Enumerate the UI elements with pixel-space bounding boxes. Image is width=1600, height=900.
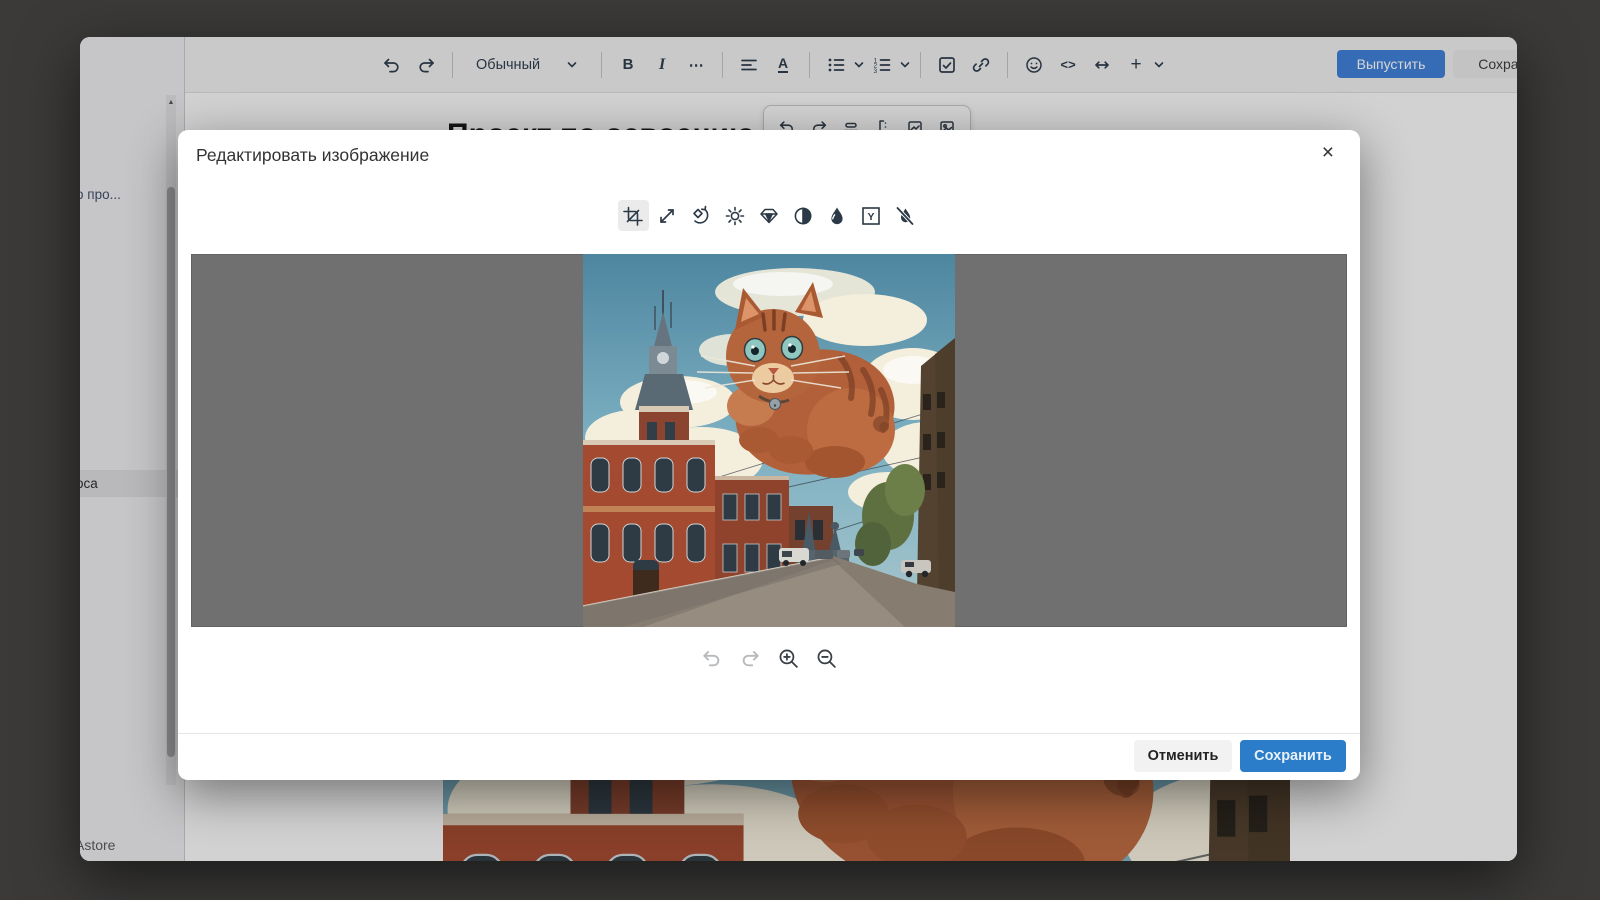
scrollbar-up-arrow-icon[interactable]: ▲ xyxy=(166,97,176,109)
cat-city-image xyxy=(583,254,955,627)
plus-icon: + xyxy=(1122,51,1150,79)
numbered-list-button[interactable]: 123 xyxy=(865,51,911,79)
scrollbar-thumb[interactable] xyxy=(167,187,175,757)
contrast-tool-button[interactable] xyxy=(788,200,819,231)
svg-text:Y: Y xyxy=(867,211,874,223)
remove-color-tool-button[interactable] xyxy=(890,200,921,231)
expand-icon[interactable] xyxy=(1088,51,1116,79)
publish-button[interactable]: Выпустить xyxy=(1337,50,1445,78)
paragraph-style-value: Обычный xyxy=(476,57,540,73)
italic-button[interactable]: I xyxy=(648,51,676,79)
edit-history-controls xyxy=(178,644,1360,676)
emoji-icon[interactable] xyxy=(1020,51,1048,79)
resize-tool-button[interactable] xyxy=(652,200,683,231)
toolbar-divider xyxy=(452,52,453,78)
chevron-down-icon xyxy=(853,59,865,71)
cancel-button[interactable]: Отменить xyxy=(1134,740,1232,772)
preview-image[interactable] xyxy=(583,254,955,627)
toolbar-divider xyxy=(601,52,602,78)
image-preview-area xyxy=(191,254,1347,627)
bullet-list-button[interactable] xyxy=(819,51,865,79)
zoom-out-icon[interactable] xyxy=(812,644,840,672)
saturation-tool-button[interactable] xyxy=(822,200,853,231)
desktop-background: о про... оса Astore ▲ Обычный B I xyxy=(0,0,1600,900)
document-image-block[interactable] xyxy=(443,780,1290,861)
toolbar-divider xyxy=(1007,52,1008,78)
insert-block-button[interactable]: + xyxy=(1119,51,1165,79)
filter-tool-button[interactable]: Y xyxy=(856,200,887,231)
brightness-tool-button[interactable] xyxy=(720,200,751,231)
link-icon[interactable] xyxy=(967,51,995,79)
edit-redo-icon[interactable] xyxy=(736,644,764,672)
undo-icon[interactable] xyxy=(378,51,406,79)
top-save-button[interactable]: Сохранить xyxy=(1453,50,1517,78)
text-color-button[interactable]: A xyxy=(769,51,797,79)
toolbar-divider xyxy=(722,52,723,78)
sidebar-brand[interactable]: Astore xyxy=(80,837,115,853)
bold-button[interactable]: B xyxy=(614,51,642,79)
format-toolbar: Обычный B I ⋯ A 123 xyxy=(185,37,1517,93)
chevron-down-icon xyxy=(899,59,911,71)
edit-image-modal: Редактировать изображение × xyxy=(178,130,1360,780)
rotate-tool-button[interactable] xyxy=(686,200,717,231)
paragraph-style-select[interactable]: Обычный xyxy=(466,50,588,80)
numbered-list-icon: 123 xyxy=(868,51,896,79)
edit-undo-icon[interactable] xyxy=(698,644,726,672)
toolbar-divider xyxy=(809,52,810,78)
redo-icon[interactable] xyxy=(412,51,440,79)
svg-text:3: 3 xyxy=(874,67,878,74)
sidebar: о про... оса Astore ▲ xyxy=(80,37,184,861)
chevron-down-icon xyxy=(1153,59,1165,71)
sharpen-tool-button[interactable] xyxy=(754,200,785,231)
zoom-in-icon[interactable] xyxy=(774,644,802,672)
bullet-list-icon xyxy=(822,51,850,79)
modal-footer: Отменить Сохранить xyxy=(178,733,1360,780)
toolbar-divider xyxy=(920,52,921,78)
crop-tool-button[interactable] xyxy=(618,200,649,231)
image-tools-row: Y xyxy=(178,200,1360,233)
more-formats-button[interactable]: ⋯ xyxy=(682,51,710,79)
checklist-icon[interactable] xyxy=(933,51,961,79)
align-icon[interactable] xyxy=(735,51,763,79)
chevron-down-icon xyxy=(566,59,578,71)
modal-title: Редактировать изображение xyxy=(196,145,429,166)
sidebar-scrollbar[interactable]: ▲ xyxy=(166,95,176,785)
save-button[interactable]: Сохранить xyxy=(1240,740,1346,772)
code-button[interactable]: <> xyxy=(1054,51,1082,79)
cat-city-image xyxy=(443,780,1290,861)
close-icon[interactable]: × xyxy=(1322,142,1334,163)
